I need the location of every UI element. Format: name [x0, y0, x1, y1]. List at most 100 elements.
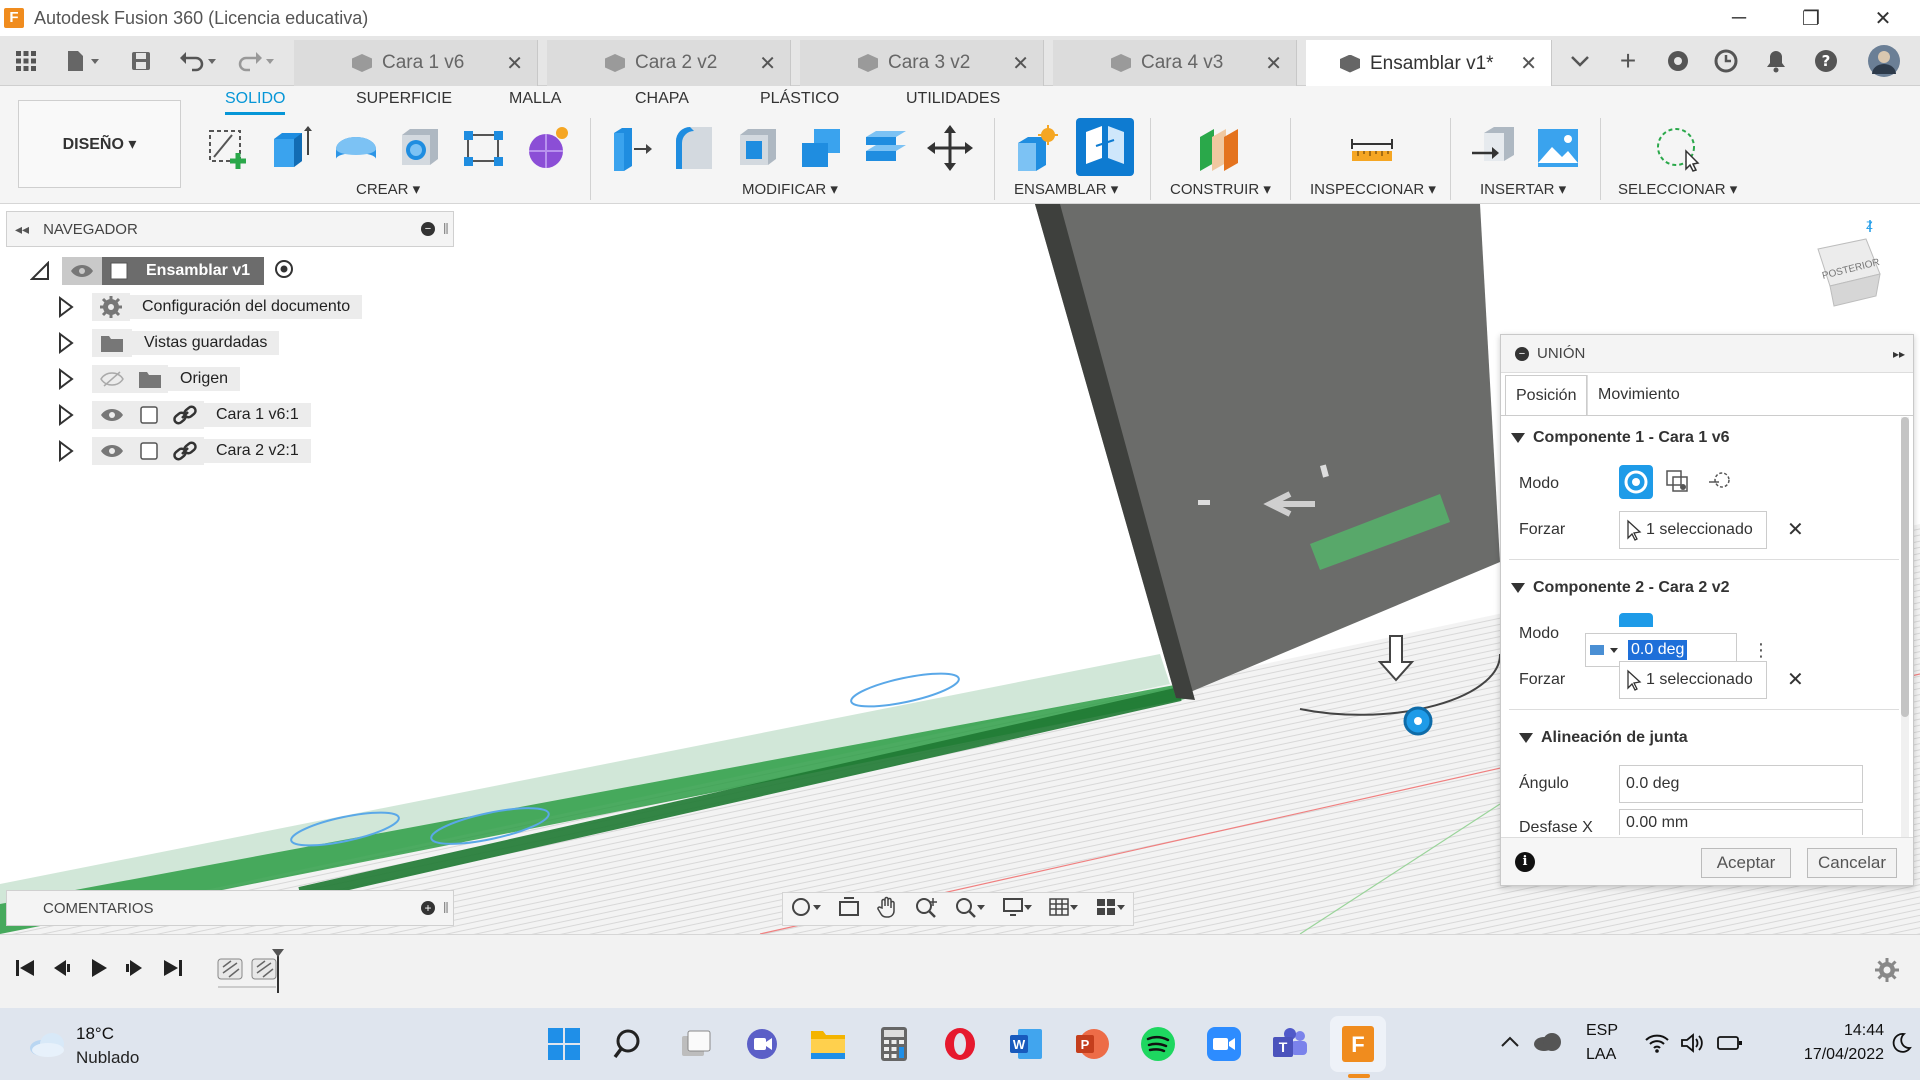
modify-menu[interactable]: MODIFICAR ▾ — [742, 180, 838, 198]
between-two-faces-icon[interactable] — [1661, 465, 1695, 499]
ribbon-tab-superficie[interactable]: SUPERFICIE — [356, 90, 452, 108]
navigator-item-document-settings[interactable]: Configuración del documento — [58, 293, 363, 321]
fusion-taskbar-icon[interactable]: F — [1330, 1016, 1386, 1072]
pattern-icon[interactable] — [460, 123, 508, 173]
expand-triangle-icon[interactable] — [58, 296, 74, 318]
search-icon[interactable] — [608, 1022, 652, 1066]
notifications-bell-icon[interactable] — [1758, 44, 1794, 78]
part-cara-2-face[interactable] — [1035, 204, 1500, 698]
add-comment-icon[interactable]: + — [421, 901, 435, 915]
focus-moon-icon[interactable] — [1890, 1032, 1912, 1054]
info-icon[interactable]: i — [1515, 852, 1535, 872]
ribbon-tab-utilidades[interactable]: UTILIDADES — [906, 90, 1000, 108]
clock-date[interactable]: 17/04/2022 — [1764, 1046, 1884, 1064]
cancel-button[interactable]: Cancelar — [1807, 848, 1897, 878]
job-status-clock-icon[interactable] — [1708, 44, 1744, 78]
word-icon[interactable]: W — [1004, 1022, 1048, 1066]
navigator-item-saved-views[interactable]: Vistas guardadas — [58, 329, 280, 357]
clock-time[interactable]: 14:44 — [1808, 1022, 1884, 1040]
battery-icon[interactable] — [1716, 1034, 1744, 1052]
file-explorer-icon[interactable] — [806, 1022, 850, 1066]
scrollbar-thumb[interactable] — [1901, 417, 1909, 717]
panel-scrollbar[interactable] — [1901, 417, 1909, 837]
offset-plane-icon[interactable] — [1196, 123, 1244, 173]
tab-cara-2[interactable]: Cara 2 v2 ✕ — [547, 40, 791, 86]
tab-movimiento[interactable]: Movimiento — [1587, 375, 1690, 415]
timeline-settings-gear-icon[interactable] — [1874, 957, 1900, 983]
display-settings-icon[interactable] — [1002, 896, 1032, 923]
create-menu[interactable]: CREAR ▾ — [356, 180, 420, 198]
minimize-button[interactable]: ─ — [1703, 0, 1775, 36]
tab-posicion[interactable]: Posición — [1505, 375, 1588, 415]
construct-menu[interactable]: CONSTRUIR ▾ — [1170, 180, 1271, 198]
step-back-icon[interactable] — [50, 957, 72, 979]
wifi-icon[interactable] — [1644, 1032, 1670, 1054]
close-tab-icon[interactable]: ✕ — [1265, 51, 1282, 76]
panel-grip-icon[interactable]: ‖ — [443, 900, 449, 917]
expand-triangle-icon[interactable] — [58, 332, 74, 354]
collapse-left-icon[interactable]: ◂◂ — [15, 221, 29, 238]
expanded-triangle-icon[interactable] — [30, 261, 50, 281]
insert-menu[interactable]: INSERTAR ▾ — [1480, 180, 1566, 198]
expand-triangle-icon[interactable] — [58, 404, 74, 426]
pan-hand-icon[interactable] — [876, 896, 898, 923]
go-to-end-icon[interactable] — [162, 957, 184, 979]
workspace-switcher[interactable]: DISEÑO ▾ — [18, 100, 181, 188]
ribbon-tab-plastico[interactable]: PLÁSTICO — [760, 90, 839, 108]
apps-grid-icon[interactable] — [8, 44, 44, 78]
snap-mode-icon[interactable] — [1619, 465, 1653, 499]
onedrive-cloud-icon[interactable] — [1532, 1030, 1562, 1052]
extrude-icon[interactable] — [268, 123, 316, 173]
navigator-item-origin[interactable]: Origen — [58, 365, 241, 393]
user-avatar[interactable] — [1866, 44, 1902, 78]
revolve-icon[interactable] — [332, 123, 380, 173]
angle-field[interactable]: 0.0 deg — [1619, 765, 1863, 803]
calculator-icon[interactable] — [872, 1022, 916, 1066]
close-tab-icon[interactable]: ✕ — [759, 51, 776, 76]
language-code[interactable]: ESP — [1586, 1022, 1618, 1040]
ribbon-tab-malla[interactable]: MALLA — [509, 90, 561, 108]
grid-settings-icon[interactable] — [1048, 896, 1079, 923]
show-hidden-icons-chevron-icon[interactable] — [1500, 1034, 1520, 1048]
visibility-eye-icon[interactable] — [92, 437, 132, 465]
navigator-item-cara-1[interactable]: Cara 1 v6:1 — [58, 401, 311, 429]
minimize-panel-icon[interactable]: − — [421, 222, 435, 236]
shell-icon[interactable] — [734, 123, 782, 173]
save-icon[interactable] — [126, 44, 156, 78]
timeline-features[interactable] — [214, 947, 294, 993]
offset-x-field[interactable]: 0.00 mm — [1619, 809, 1863, 835]
inspect-menu[interactable]: INSPECCIONAR ▾ — [1310, 180, 1436, 198]
press-pull-icon[interactable] — [606, 123, 654, 173]
component-2-header[interactable]: Componente 2 - Cara 2 v2 — [1511, 579, 1730, 597]
hole-icon[interactable] — [396, 123, 444, 173]
clear-selection-icon[interactable]: ✕ — [1787, 517, 1804, 542]
expand-dialog-icon[interactable]: ▸▸ — [1893, 347, 1905, 361]
tab-overflow-chevron-icon[interactable] — [1562, 44, 1598, 78]
new-tab-plus-icon[interactable]: + — [1610, 44, 1646, 78]
joint-dialog-header[interactable]: − UNIÓN ▸▸ — [1501, 335, 1913, 373]
spotify-icon[interactable] — [1136, 1022, 1180, 1066]
measure-icon[interactable] — [1348, 123, 1396, 173]
weather-temperature[interactable]: 18°C — [76, 1024, 114, 1044]
powerpoint-icon[interactable]: P — [1070, 1022, 1114, 1066]
look-at-icon[interactable] — [838, 896, 860, 923]
clear-selection-icon[interactable]: ✕ — [1787, 667, 1804, 692]
visibility-eye-icon[interactable] — [62, 257, 102, 285]
chat-icon[interactable] — [740, 1022, 784, 1066]
cloud-weather-icon[interactable] — [28, 1030, 66, 1058]
component-1-selection[interactable]: 1 seleccionado — [1619, 511, 1767, 549]
create-sketch-icon[interactable] — [204, 123, 252, 173]
move-copy-icon[interactable] — [926, 123, 974, 173]
navigator-root[interactable]: Ensamblar v1 — [30, 257, 294, 285]
component-2-selection[interactable]: 1 seleccionado — [1619, 661, 1767, 699]
assemble-menu[interactable]: ENSAMBLAR ▾ — [1014, 180, 1118, 198]
hidden-eye-icon[interactable] — [92, 365, 132, 393]
angle-input-value[interactable]: 0.0 deg — [1628, 640, 1688, 660]
visibility-eye-icon[interactable] — [92, 401, 132, 429]
navigator-item-cara-2[interactable]: Cara 2 v2:1 — [58, 437, 311, 465]
play-icon[interactable] — [88, 957, 110, 979]
weather-description[interactable]: Nublado — [76, 1048, 139, 1068]
create-form-icon[interactable] — [524, 123, 572, 173]
joint-icon[interactable] — [1076, 118, 1134, 176]
teams-icon[interactable]: T — [1268, 1022, 1312, 1066]
